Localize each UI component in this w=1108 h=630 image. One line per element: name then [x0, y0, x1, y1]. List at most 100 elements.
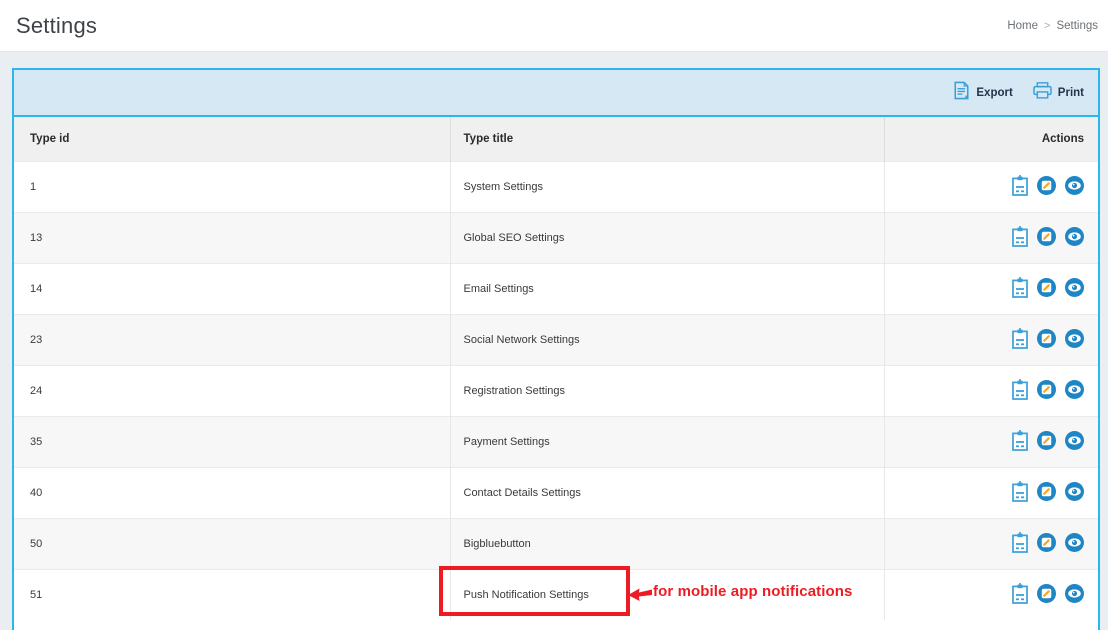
edit-action-button[interactable]	[1037, 482, 1056, 504]
row-actions	[901, 226, 1085, 250]
clipboard-action-button[interactable]	[1012, 379, 1028, 403]
row-actions	[901, 481, 1085, 505]
view-action-button[interactable]	[1065, 584, 1084, 606]
table-toolbar: Export Print	[14, 70, 1098, 117]
view-action-button[interactable]	[1065, 278, 1084, 300]
table-row: 40 Contact Details Settings	[14, 467, 1098, 518]
edit-icon	[1037, 176, 1056, 198]
clipboard-icon	[1012, 532, 1028, 556]
eye-icon	[1065, 431, 1084, 453]
view-action-button[interactable]	[1065, 482, 1084, 504]
table-row: 23 Social Network Settings	[14, 314, 1098, 365]
cell-type-id: 24	[14, 365, 450, 416]
settings-panel: Export Print Type id Type title Actions …	[12, 68, 1100, 630]
edit-action-button[interactable]	[1037, 176, 1056, 198]
row-actions	[901, 379, 1085, 403]
breadcrumb: Home > Settings	[1007, 20, 1098, 32]
edit-action-button[interactable]	[1037, 584, 1056, 606]
row-actions	[901, 583, 1085, 607]
view-action-button[interactable]	[1065, 227, 1084, 249]
clipboard-action-button[interactable]	[1012, 277, 1028, 301]
clipboard-action-button[interactable]	[1012, 328, 1028, 352]
cell-type-title: Email Settings	[450, 263, 884, 314]
table-header-row: Type id Type title Actions	[14, 117, 1098, 161]
cell-type-title: Global SEO Settings	[450, 212, 884, 263]
cell-type-title: System Settings	[450, 161, 884, 212]
clipboard-action-button[interactable]	[1012, 175, 1028, 199]
breadcrumb-separator: >	[1044, 20, 1050, 32]
cell-type-title: Payment Settings	[450, 416, 884, 467]
edit-action-button[interactable]	[1037, 533, 1056, 555]
eye-icon	[1065, 227, 1084, 249]
cell-type-id: 50	[14, 518, 450, 569]
eye-icon	[1065, 482, 1084, 504]
row-actions	[901, 430, 1085, 454]
edit-icon	[1037, 278, 1056, 300]
clipboard-action-button[interactable]	[1012, 226, 1028, 250]
eye-icon	[1065, 584, 1084, 606]
print-button[interactable]: Print	[1033, 82, 1084, 104]
export-button-label: Export	[976, 87, 1012, 99]
clipboard-icon	[1012, 481, 1028, 505]
clipboard-icon	[1012, 430, 1028, 454]
view-action-button[interactable]	[1065, 431, 1084, 453]
table-row: 35 Payment Settings	[14, 416, 1098, 467]
clipboard-action-button[interactable]	[1012, 481, 1028, 505]
breadcrumb-current: Settings	[1056, 20, 1098, 32]
clipboard-icon	[1012, 379, 1028, 403]
edit-action-button[interactable]	[1037, 329, 1056, 351]
view-action-button[interactable]	[1065, 176, 1084, 198]
row-actions	[901, 328, 1085, 352]
table-row: 50 Bigbluebutton	[14, 518, 1098, 569]
edit-icon	[1037, 380, 1056, 402]
edit-action-button[interactable]	[1037, 227, 1056, 249]
export-button[interactable]: Export	[953, 81, 1012, 105]
eye-icon	[1065, 329, 1084, 351]
edit-action-button[interactable]	[1037, 278, 1056, 300]
cell-type-title: Registration Settings	[450, 365, 884, 416]
clipboard-action-button[interactable]	[1012, 430, 1028, 454]
table-row: 13 Global SEO Settings	[14, 212, 1098, 263]
settings-table: Type id Type title Actions 1 System Sett…	[14, 117, 1098, 620]
export-icon	[953, 81, 970, 105]
table-row: 1 System Settings	[14, 161, 1098, 212]
print-icon	[1033, 82, 1052, 104]
cell-type-title: Social Network Settings	[450, 314, 884, 365]
column-header-type-id[interactable]: Type id	[14, 117, 450, 161]
cell-type-id: 51	[14, 569, 450, 620]
cell-type-id: 40	[14, 467, 450, 518]
cell-type-id: 1	[14, 161, 450, 212]
cell-type-id: 14	[14, 263, 450, 314]
page-title: Settings	[16, 13, 97, 39]
eye-icon	[1065, 176, 1084, 198]
page-header: Settings Home > Settings	[0, 0, 1108, 52]
eye-icon	[1065, 380, 1084, 402]
view-action-button[interactable]	[1065, 329, 1084, 351]
clipboard-action-button[interactable]	[1012, 532, 1028, 556]
edit-icon	[1037, 482, 1056, 504]
clipboard-icon	[1012, 175, 1028, 199]
table-row: 24 Registration Settings	[14, 365, 1098, 416]
column-header-type-title[interactable]: Type title	[450, 117, 884, 161]
edit-action-button[interactable]	[1037, 380, 1056, 402]
print-button-label: Print	[1058, 87, 1084, 99]
table-row: 14 Email Settings	[14, 263, 1098, 314]
cell-type-id: 35	[14, 416, 450, 467]
clipboard-icon	[1012, 277, 1028, 301]
edit-icon	[1037, 431, 1056, 453]
row-actions	[901, 532, 1085, 556]
clipboard-icon	[1012, 226, 1028, 250]
clipboard-icon	[1012, 328, 1028, 352]
breadcrumb-home-link[interactable]: Home	[1007, 20, 1038, 32]
row-actions	[901, 175, 1085, 199]
cell-type-title: Contact Details Settings	[450, 467, 884, 518]
table-row: 51 Push Notification Settings	[14, 569, 1098, 620]
cell-type-title: Push Notification Settings	[450, 569, 884, 620]
view-action-button[interactable]	[1065, 533, 1084, 555]
cell-type-id: 13	[14, 212, 450, 263]
clipboard-action-button[interactable]	[1012, 583, 1028, 607]
edit-action-button[interactable]	[1037, 431, 1056, 453]
cell-type-title: Bigbluebutton	[450, 518, 884, 569]
view-action-button[interactable]	[1065, 380, 1084, 402]
clipboard-icon	[1012, 583, 1028, 607]
